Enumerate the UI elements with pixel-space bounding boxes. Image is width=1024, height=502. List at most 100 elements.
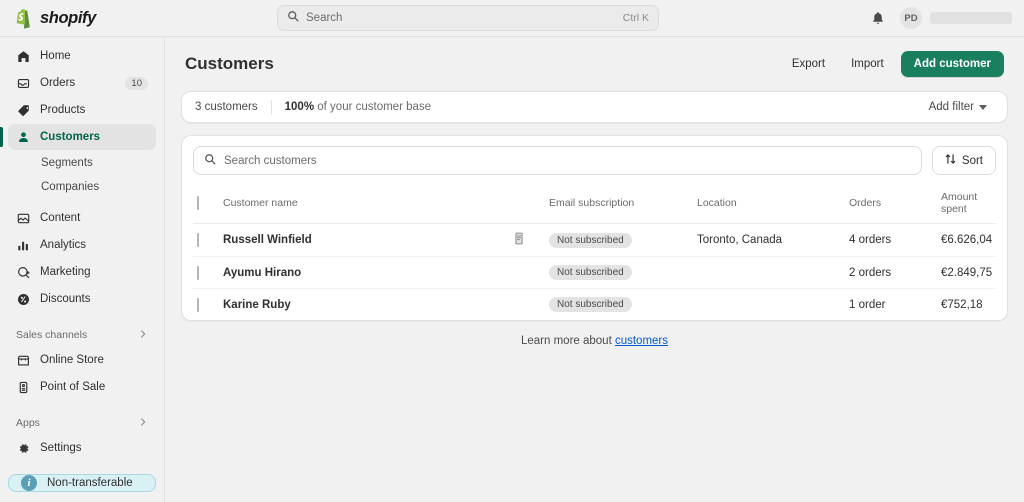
column-header-amount-spent[interactable]: Amount spent (941, 184, 996, 224)
page-title: Customers (185, 54, 274, 73)
home-icon (16, 50, 31, 63)
sidebar-item-online-store[interactable]: Online Store (8, 347, 156, 373)
column-header-email-subscription[interactable]: Email subscription (549, 184, 697, 224)
orders-icon (16, 77, 31, 90)
customers-table: Customer name Email subscription Locatio… (193, 184, 996, 320)
cell-amount-spent: €2.849,75 (941, 256, 996, 289)
column-header-location[interactable]: Location (697, 184, 849, 224)
row-checkbox[interactable] (197, 297, 199, 312)
global-search-input[interactable]: Search Ctrl K (277, 5, 659, 31)
export-button[interactable]: Export (783, 52, 834, 76)
sidebar-item-content[interactable]: Content (8, 205, 156, 231)
cell-note (513, 289, 549, 321)
sidebar-primary-nav: Home Orders 10 Products Customers Segmen… (0, 43, 164, 435)
sidebar-subitem-label: Segments (41, 157, 93, 169)
footnote-text: Learn more about (520, 335, 615, 347)
sidebar-section-sales-channels[interactable]: Sales channels (8, 323, 156, 347)
customer-name-link[interactable]: Karine Ruby (223, 299, 291, 311)
sidebar-item-settings[interactable]: Settings (8, 435, 156, 461)
cell-amount-spent: €752,18 (941, 298, 983, 311)
cell-orders: 2 orders (849, 256, 941, 289)
sidebar-item-label: Customers (40, 131, 101, 143)
cell-note (513, 223, 549, 257)
sort-label: Sort (961, 154, 983, 167)
non-transferable-banner[interactable]: i Non-transferable (8, 474, 156, 492)
top-bar: shopify Search Ctrl K PD (0, 0, 1024, 37)
chevron-right-icon (138, 417, 148, 430)
sidebar-item-label: Settings (40, 442, 82, 454)
shopify-logo[interactable]: shopify (0, 8, 165, 29)
note-icon[interactable] (513, 232, 525, 248)
customer-count: 3 customers (195, 101, 258, 113)
sidebar-item-orders[interactable]: Orders 10 (8, 70, 156, 96)
shopify-bag-icon (14, 8, 33, 29)
sidebar-item-discounts[interactable]: Discounts (8, 286, 156, 312)
sidebar-item-label: Point of Sale (40, 381, 106, 393)
bell-icon[interactable] (868, 8, 888, 28)
sidebar-item-segments[interactable]: Segments (8, 151, 156, 175)
learn-more-footnote: Learn more about customers (181, 321, 1008, 347)
search-customers-input[interactable]: Search customers (193, 146, 922, 175)
stat-divider (270, 99, 272, 115)
cell-location (697, 289, 849, 321)
add-filter-button[interactable]: Add filter (922, 97, 994, 117)
cell-email-subscription: Not subscribed (549, 223, 697, 257)
page-header: Customers Export Import Add customer (181, 51, 1008, 77)
customers-help-link[interactable]: customers (615, 335, 668, 347)
cell-customer-name: Karine Ruby (223, 289, 513, 321)
customers-person-icon (16, 131, 31, 144)
cell-orders: 1 order (849, 298, 886, 311)
table-row[interactable]: Russell Winfield Not subscribed Toronto,… (193, 223, 996, 257)
top-bar-right: PD (868, 7, 1012, 29)
customer-name-link[interactable]: Ayumu Hirano (223, 267, 301, 279)
global-search[interactable]: Search Ctrl K (277, 5, 659, 31)
select-all-checkbox[interactable] (197, 196, 199, 210)
row-checkbox[interactable] (197, 265, 199, 280)
sidebar-item-point-of-sale[interactable]: Point of Sale (8, 374, 156, 400)
table-row[interactable]: Ayumu Hirano Not subscribed 2 orders €2.… (193, 256, 996, 289)
select-all-header (193, 184, 223, 224)
column-header-note (513, 184, 549, 224)
shopify-admin-window: shopify Search Ctrl K PD Home Orders 10 … (0, 0, 1024, 502)
status-badge: Not subscribed (549, 265, 632, 280)
customers-table-body: Russell Winfield Not subscribed Toronto,… (193, 223, 996, 321)
column-header-orders[interactable]: Orders (849, 184, 941, 224)
import-button[interactable]: Import (842, 52, 893, 76)
cell-orders: 4 orders (849, 223, 941, 257)
sidebar-item-home[interactable]: Home (8, 43, 156, 69)
customers-list-card: Search customers Sort Customer name Emai… (181, 135, 1008, 321)
sidebar-item-marketing[interactable]: Marketing (8, 259, 156, 285)
table-row[interactable]: Karine Ruby Not subscribed 1 order €752,… (193, 289, 996, 321)
user-menu[interactable]: PD (900, 7, 1012, 29)
row-select-cell (193, 256, 223, 289)
table-header-row: Customer name Email subscription Locatio… (193, 184, 996, 224)
sidebar-section-apps[interactable]: Apps (8, 411, 156, 435)
search-icon (287, 9, 299, 27)
customers-table-head: Customer name Email subscription Locatio… (193, 184, 996, 224)
point-of-sale-icon (16, 381, 31, 394)
sidebar-subitem-label: Companies (41, 181, 100, 193)
row-checkbox[interactable] (197, 233, 199, 247)
sidebar-item-label: Products (40, 104, 86, 116)
sidebar-item-products[interactable]: Products (8, 97, 156, 123)
discounts-icon (16, 293, 31, 306)
column-header-customer-name[interactable]: Customer name (223, 184, 513, 224)
add-customer-button[interactable]: Add customer (900, 51, 1004, 77)
percent-suffix: of your customer base (314, 101, 432, 113)
orders-count-badge: 10 (125, 76, 148, 90)
sidebar-item-label: Analytics (40, 239, 87, 251)
sidebar-item-label: Orders (40, 77, 76, 89)
percent-value: 100% (284, 101, 315, 113)
sidebar-item-customers[interactable]: Customers (0, 124, 156, 150)
apps-label: Apps (16, 417, 40, 429)
cell-location: Toronto, Canada (697, 223, 849, 257)
status-badge: Not subscribed (549, 232, 632, 248)
page-body: Home Orders 10 Products Customers Segmen… (0, 37, 1024, 502)
sidebar-item-companies[interactable]: Companies (8, 175, 156, 199)
sidebar-item-analytics[interactable]: Analytics (8, 232, 156, 258)
customer-base-percent: 100% of your customer base (285, 101, 431, 113)
sort-button[interactable]: Sort (931, 146, 996, 175)
cell-customer-name: Ayumu Hirano (223, 256, 513, 289)
customer-name-link[interactable]: Russell Winfield (223, 234, 312, 246)
global-search-placeholder: Search (306, 12, 343, 24)
